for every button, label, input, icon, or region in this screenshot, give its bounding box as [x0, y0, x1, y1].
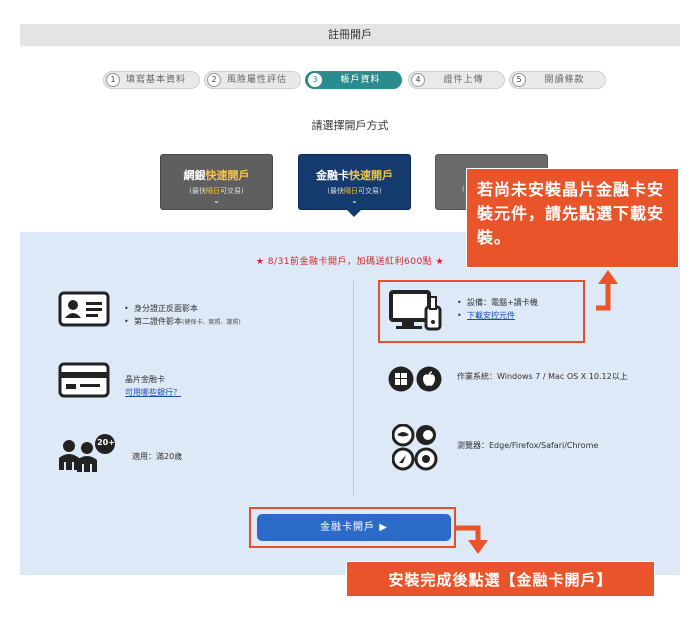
step-label: 證件上傳 [443, 75, 484, 85]
card-title: 金融卡快速開戶 [316, 169, 393, 182]
age-requirement: 適用：滿20歲 [132, 452, 183, 461]
id-card-icon [58, 291, 110, 331]
install-instruction-note: 若尚未安裝晶片金融卡安裝元件，請先點選下載安裝。 [466, 168, 679, 268]
os-requirement: 作業系統：Windows 7 / Mac OS X 10.12以上 [457, 372, 628, 381]
step-3[interactable]: 3 帳戶資料 [305, 71, 402, 89]
browser-requirement: 瀏覽器：Edge/Firefox/Safari/Chrome [457, 441, 599, 450]
step-2[interactable]: 2 風險屬性評估 [204, 71, 301, 89]
step-label: 填寫基本資料 [126, 75, 187, 85]
step-number: 3 [308, 73, 322, 87]
card-subtitle: (最快隔日可交易) [327, 187, 382, 195]
age-badge: 20+ [97, 438, 115, 447]
step-number: 5 [512, 73, 526, 87]
chevron-down-icon: ⌄ [351, 196, 358, 205]
bank-card-icon [58, 362, 110, 402]
highlight-cta-box [249, 507, 456, 548]
chevron-down-icon: ⌄ [213, 196, 220, 205]
step-number: 2 [207, 73, 221, 87]
id-docs-item: 身分證正反面影本 [124, 302, 324, 315]
step-5[interactable]: 5 閱讀條款 [509, 71, 606, 89]
step-4[interactable]: 4 證件上傳 [408, 71, 505, 89]
card-subtitle: (最快隔日可交易) [189, 187, 244, 195]
highlight-download-box [378, 280, 585, 343]
id-docs-requirement: 身分證正反面影本 第二證件影本(健保卡、駕照、護照) [124, 302, 324, 329]
step-label: 風險屬性評估 [227, 75, 288, 85]
chip-card-requirement: 晶片金融卡 可用哪些銀行？ [125, 373, 325, 399]
arrow-down-icon [456, 520, 494, 560]
page-title: 註冊開戶 [20, 24, 680, 46]
card-title: 網銀快速開戶 [183, 169, 250, 182]
browser-icons [391, 423, 440, 476]
id-docs-item: 第二證件影本(健保卡、駕照、護照) [124, 315, 324, 329]
step-label: 閱讀條款 [544, 75, 585, 85]
column-divider [353, 281, 354, 495]
step-number: 1 [106, 73, 120, 87]
arrow-up-icon [594, 268, 620, 316]
chip-card-label: 晶片金融卡 [125, 375, 165, 384]
debitcard-method-card[interactable]: 金融卡快速開戶 (最快隔日可交易) ⌄ [298, 154, 411, 210]
selected-pointer [346, 209, 362, 217]
step-1[interactable]: 1 填寫基本資料 [103, 71, 200, 89]
windows-icon [388, 366, 414, 396]
apple-icon [416, 366, 442, 396]
open-account-instruction-note: 安裝完成後點選【金融卡開戶】 [346, 561, 655, 597]
step-label: 帳戶資料 [340, 75, 381, 85]
step-number: 4 [411, 73, 425, 87]
netbank-method-card[interactable]: 網銀快速開戶 (最快隔日可交易) ⌄ [160, 154, 273, 210]
supported-banks-link[interactable]: 可用哪些銀行？ [125, 386, 325, 399]
section-subtitle: 請選擇開戶方式 [311, 119, 389, 132]
